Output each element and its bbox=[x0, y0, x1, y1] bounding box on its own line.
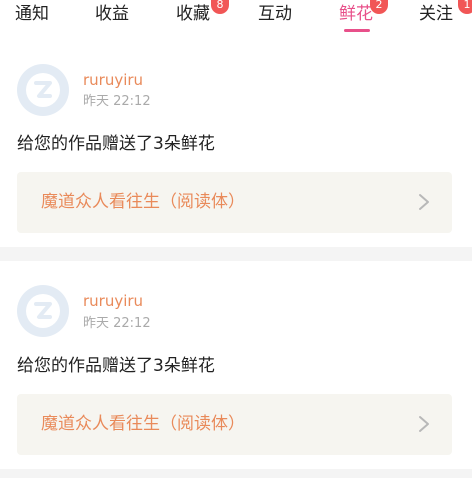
notification-message: 给您的作品赠送了3朵鲜花 bbox=[17, 356, 215, 376]
username[interactable]: ruruyiru bbox=[83, 292, 143, 310]
favorites-badge: 8 bbox=[211, 0, 229, 14]
section-divider bbox=[0, 247, 472, 261]
default-avatar-z-icon bbox=[26, 73, 60, 107]
tab-interactions[interactable]: 互动 bbox=[258, 2, 292, 26]
tab-notifications[interactable]: 通知 bbox=[15, 2, 49, 26]
avatar[interactable] bbox=[17, 285, 69, 337]
flowers-badge: 2 bbox=[370, 0, 388, 14]
work-link[interactable]: 魔道众人看往生（阅读体） bbox=[17, 394, 452, 455]
timestamp: 昨天 22:12 bbox=[83, 316, 151, 331]
timestamp: 昨天 22:12 bbox=[83, 94, 151, 109]
tab-bar: 通知 收益 收藏 8 互动 鲜花 2 关注 1 bbox=[0, 0, 472, 34]
work-link[interactable]: 魔道众人看往生（阅读体） bbox=[17, 172, 452, 233]
username[interactable]: ruruyiru bbox=[83, 71, 143, 89]
tab-favorites[interactable]: 收藏 bbox=[176, 2, 210, 26]
active-tab-indicator bbox=[344, 29, 370, 32]
work-title: 魔道众人看往生（阅读体） bbox=[41, 192, 245, 212]
tab-flowers[interactable]: 鲜花 bbox=[339, 2, 373, 26]
chevron-right-icon bbox=[419, 194, 429, 210]
notification-message: 给您的作品赠送了3朵鲜花 bbox=[17, 134, 215, 154]
chevron-right-icon bbox=[419, 416, 429, 432]
default-avatar-z-icon bbox=[26, 294, 60, 328]
following-badge: 1 bbox=[458, 0, 472, 14]
tab-following[interactable]: 关注 bbox=[419, 2, 453, 26]
work-title: 魔道众人看往生（阅读体） bbox=[41, 414, 245, 434]
section-divider bbox=[0, 469, 472, 478]
tab-earnings[interactable]: 收益 bbox=[95, 2, 129, 26]
avatar[interactable] bbox=[17, 64, 69, 116]
